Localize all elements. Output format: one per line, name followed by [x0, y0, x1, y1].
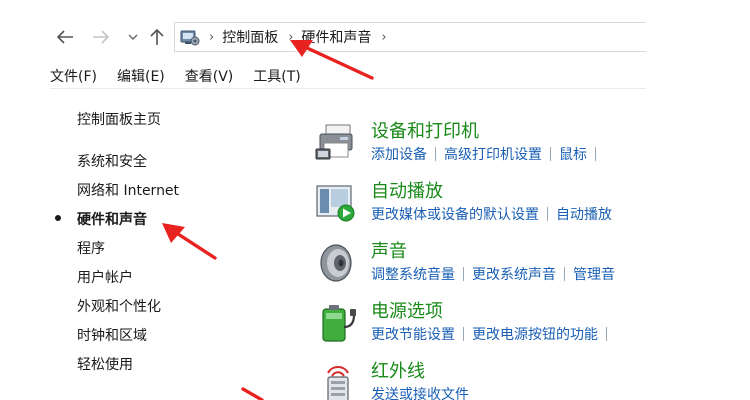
recent-locations-button[interactable] [122, 26, 144, 48]
annotation-arrow-sidebar [162, 223, 217, 260]
navigation-bar: › 控制面板 › 硬件和声音 › [0, 0, 750, 72]
link-separator [547, 207, 548, 221]
window-right-edge [646, 20, 750, 400]
link-separator [463, 267, 464, 281]
link-separator [435, 147, 436, 161]
link-separator [463, 327, 464, 341]
link-separator [595, 147, 596, 161]
back-button[interactable] [54, 26, 76, 48]
link-manage-audio-devices[interactable]: 管理音 [573, 264, 615, 284]
link-add-device[interactable]: 添加设备 [371, 144, 427, 164]
up-arrow-icon [150, 28, 164, 45]
link-change-system-sounds[interactable]: 更改系统声音 [472, 264, 556, 284]
sidebar-item-network[interactable]: 网络和 Internet [77, 180, 179, 200]
sidebar-item-home[interactable]: 控制面板主页 [77, 109, 161, 129]
breadcrumb-separator: › [288, 29, 294, 45]
menu-file[interactable]: 文件(F) [50, 66, 97, 86]
link-separator [606, 327, 607, 341]
breadcrumb-hardware-and-sound[interactable]: 硬件和声音 [301, 27, 371, 47]
menu-divider [50, 88, 650, 89]
forward-button[interactable] [90, 26, 112, 48]
speaker-icon [320, 244, 352, 282]
category-links: 更改节能设置 更改电源按钮的功能 [371, 324, 615, 344]
category-links: 添加设备 高级打印机设置 鼠标 [371, 144, 604, 164]
category-title-power-options[interactable]: 电源选项 [371, 297, 443, 323]
sidebar-item-hardware-sound[interactable]: 硬件和声音 [77, 209, 147, 229]
annotation-arrow-partial [241, 387, 264, 400]
breadcrumb-control-panel[interactable]: 控制面板 [222, 27, 278, 47]
autoplay-icon [316, 185, 355, 222]
current-page-bullet [55, 215, 61, 221]
sidebar-item-user-accounts[interactable]: 用户帐户 [77, 267, 133, 287]
back-arrow-icon [56, 30, 73, 44]
link-send-receive-files[interactable]: 发送或接收文件 [371, 384, 469, 400]
link-mouse[interactable]: 鼠标 [559, 144, 587, 164]
link-change-default-settings[interactable]: 更改媒体或设备的默认设置 [371, 204, 539, 224]
up-button[interactable] [146, 26, 168, 48]
sidebar-item-programs[interactable]: 程序 [77, 238, 105, 258]
category-links: 调整系统音量 更改系统声音 管理音 [371, 264, 615, 284]
menu-edit[interactable]: 编辑(E) [117, 66, 165, 86]
link-adjust-volume[interactable]: 调整系统音量 [371, 264, 455, 284]
link-advanced-printer-setup[interactable]: 高级打印机设置 [444, 144, 542, 164]
category-links: 发送或接收文件 [371, 384, 469, 400]
link-autoplay-cds[interactable]: 自动播放 [556, 204, 612, 224]
sidebar-item-ease-of-access[interactable]: 轻松使用 [77, 354, 133, 374]
chevron-down-icon [128, 34, 138, 40]
category-links: 更改媒体或设备的默认设置 自动播放 [371, 204, 612, 224]
menu-bar: 文件(F) 编辑(E) 查看(V) 工具(T) [50, 64, 321, 88]
breadcrumb-separator[interactable]: › [381, 30, 386, 45]
category-title-devices-printers[interactable]: 设备和打印机 [371, 117, 479, 143]
infrared-icon [327, 366, 349, 400]
category-title-sound[interactable]: 声音 [371, 237, 407, 263]
sidebar-item-appearance[interactable]: 外观和个性化 [77, 296, 161, 316]
control-panel-icon [180, 30, 200, 46]
sidebar-item-system-security[interactable]: 系统和安全 [77, 151, 147, 171]
category-title-infrared[interactable]: 红外线 [371, 357, 425, 383]
sidebar-item-clock-region[interactable]: 时钟和区域 [77, 325, 147, 345]
category-title-autoplay[interactable]: 自动播放 [371, 177, 443, 203]
forward-arrow-icon [93, 30, 110, 44]
link-change-power-saving[interactable]: 更改节能设置 [371, 324, 455, 344]
battery-icon [322, 305, 356, 342]
breadcrumb-separator: › [209, 29, 215, 45]
menu-view[interactable]: 查看(V) [185, 66, 234, 86]
link-separator [564, 267, 565, 281]
link-separator [550, 147, 551, 161]
printer-icon [315, 124, 353, 160]
menu-tools[interactable]: 工具(T) [253, 66, 300, 86]
address-bar[interactable]: › 控制面板 › 硬件和声音 › [174, 22, 650, 52]
link-change-power-buttons[interactable]: 更改电源按钮的功能 [472, 324, 598, 344]
